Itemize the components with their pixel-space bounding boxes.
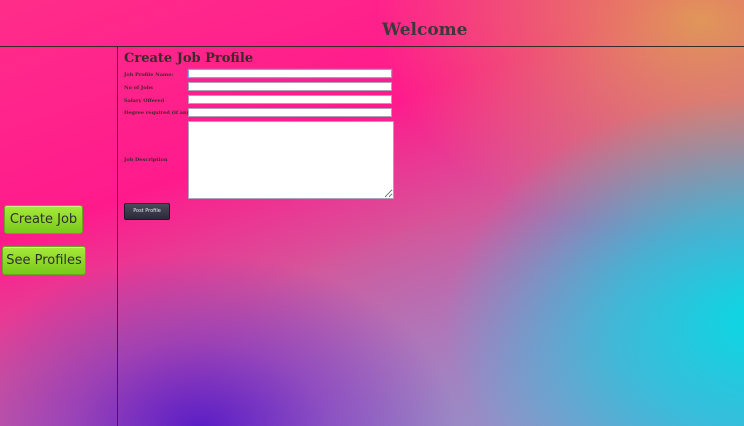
job-profile-name-label: Job Profile Name:: [124, 72, 174, 78]
salary-offered-input[interactable]: [188, 95, 392, 104]
degree-required-label: Degree required (if any): [124, 110, 192, 116]
see-profiles-button[interactable]: See Profiles: [2, 246, 86, 275]
create-job-button[interactable]: Create Job: [4, 205, 83, 234]
no-of-jobs-label: No of Jobs: [124, 85, 153, 91]
page-title: Welcome: [382, 20, 468, 40]
degree-required-input[interactable]: [188, 108, 392, 117]
job-profile-name-input[interactable]: [188, 69, 392, 78]
sidebar: Create Job See Profiles: [0, 46, 118, 426]
post-profile-button[interactable]: Post Profile: [124, 203, 170, 220]
header-bar: Welcome: [0, 0, 744, 47]
no-of-jobs-input[interactable]: [188, 82, 392, 91]
salary-offered-label: Salary Offered: [124, 98, 165, 104]
job-description-textarea[interactable]: [188, 121, 394, 199]
form-title: Create Job Profile: [124, 51, 254, 66]
job-description-label: Job Description: [124, 157, 168, 163]
